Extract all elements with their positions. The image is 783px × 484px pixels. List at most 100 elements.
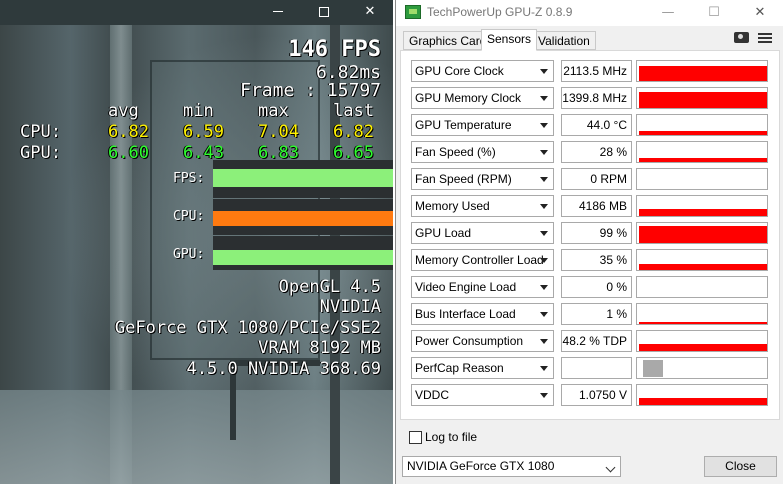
close-icon: ✕ — [754, 5, 766, 20]
sensor-name-select[interactable]: Power Consumption — [411, 330, 554, 352]
chevron-down-icon — [540, 258, 548, 263]
tab-validation[interactable]: Validation — [532, 31, 596, 50]
sensor-graph — [636, 384, 768, 406]
chevron-down-icon — [540, 177, 548, 182]
chevron-down-icon — [540, 339, 548, 344]
sensor-name-select[interactable]: GPU Memory Clock — [411, 87, 554, 109]
sensor-graph — [636, 114, 768, 136]
sensor-graph-fill — [639, 131, 767, 135]
maximize-icon — [319, 6, 329, 17]
sensor-name-select[interactable]: VDDC — [411, 384, 554, 406]
chevron-down-icon — [540, 312, 548, 317]
maximize-icon: ☐ — [708, 5, 720, 20]
gpuz-minimize-button[interactable]: — — [645, 0, 691, 26]
sensor-name-select[interactable]: Bus Interface Load — [411, 303, 554, 325]
chevron-down-icon — [540, 366, 548, 371]
fps-readout: 146 FPS — [288, 37, 381, 62]
header-min: min — [183, 101, 214, 121]
cpu-min: 6.59 — [183, 122, 224, 142]
close-dialog-button[interactable]: Close — [704, 456, 777, 477]
sensor-name: GPU Memory Clock — [415, 91, 522, 105]
gpu-avg: 6.60 — [108, 143, 149, 163]
sensor-name-select[interactable]: Fan Speed (%) — [411, 141, 554, 163]
sensor-graph-fill — [639, 344, 767, 351]
fps-graph-label: FPS: — [173, 171, 205, 186]
sensor-name: Video Engine Load — [415, 280, 517, 294]
camera-icon[interactable] — [734, 32, 749, 43]
sensor-value: 0 RPM — [561, 168, 632, 190]
chevron-down-icon — [540, 150, 548, 155]
gpuz-titlebar: TechPowerUp GPU-Z 0.8.9 — ☐ ✕ — [396, 0, 783, 26]
sensor-name-select[interactable]: Video Engine Load — [411, 276, 554, 298]
sensor-graph-fill — [639, 92, 767, 108]
cpu-graph-label: CPU: — [173, 209, 205, 224]
cpu-max: 7.04 — [258, 122, 299, 142]
log-to-file-checkbox[interactable] — [409, 431, 422, 444]
sensor-name: PerfCap Reason — [415, 361, 504, 375]
sensor-value: 1 % — [561, 303, 632, 325]
sensor-graph — [636, 195, 768, 217]
sensor-name-select[interactable]: PerfCap Reason — [411, 357, 554, 379]
sensor-graph-fill — [639, 226, 767, 243]
chevron-down-icon — [540, 285, 548, 290]
gpuz-title: TechPowerUp GPU-Z 0.8.9 — [427, 5, 573, 19]
gpu-label: GPU: — [20, 143, 61, 163]
tab-graphics-card[interactable]: Graphics Card — [403, 31, 493, 50]
sensor-name: Fan Speed (%) — [415, 145, 496, 159]
sensor-name: GPU Load — [415, 226, 472, 240]
chevron-down-icon — [540, 96, 548, 101]
info-vram: VRAM 8192 MB — [258, 338, 381, 358]
chevron-down-icon — [540, 393, 548, 398]
benchmark-window: ✕ 146 FPS 6.82ms Frame : 15797 avg min m… — [0, 0, 393, 484]
sensor-name: Bus Interface Load — [415, 307, 516, 321]
tab-sensors[interactable]: Sensors — [481, 29, 538, 51]
sensor-graph-fill — [639, 398, 767, 405]
chevron-down-icon — [540, 123, 548, 128]
sensor-value: 4186 MB — [561, 195, 632, 217]
maximize-button[interactable] — [301, 0, 347, 25]
gpuz-close-button[interactable]: ✕ — [737, 0, 783, 26]
cpu-last: 6.82 — [333, 122, 374, 142]
chevron-down-icon — [540, 204, 548, 209]
sensor-value: 1.0750 V — [561, 384, 632, 406]
sensor-value — [561, 357, 632, 379]
sensor-graph-fill — [639, 209, 767, 216]
close-icon: ✕ — [364, 4, 376, 19]
sensor-graph — [636, 357, 768, 379]
menu-icon[interactable] — [758, 33, 772, 43]
sensor-value: 48.2 % TDP — [561, 330, 632, 352]
sensor-graph-fill — [639, 322, 767, 324]
sensor-name-select[interactable]: Memory Used — [411, 195, 554, 217]
sensor-name-select[interactable]: GPU Core Clock — [411, 60, 554, 82]
fps-graph-bar — [213, 169, 393, 187]
sensor-graph-fill — [639, 66, 767, 81]
sensor-graph — [636, 303, 768, 325]
gpuz-maximize-button[interactable]: ☐ — [691, 0, 737, 26]
sensor-value: 0 % — [561, 276, 632, 298]
sensor-graph — [636, 168, 768, 190]
header-max: max — [258, 101, 289, 121]
sensor-name-select[interactable]: Memory Controller Load — [411, 249, 554, 271]
chevron-down-icon — [540, 69, 548, 74]
sensor-name-select[interactable]: GPU Temperature — [411, 114, 554, 136]
gpu-graph-bar — [213, 250, 393, 265]
minimize-button[interactable] — [255, 0, 301, 25]
sensor-graph — [636, 87, 768, 109]
sensor-name: VDDC — [415, 388, 450, 402]
sensor-name-select[interactable]: GPU Load — [411, 222, 554, 244]
sensor-graph — [636, 249, 768, 271]
sensor-graph — [636, 330, 768, 352]
header-last: last — [333, 101, 374, 121]
info-vendor: NVIDIA — [319, 297, 381, 317]
sensor-name-select[interactable]: Fan Speed (RPM) — [411, 168, 554, 190]
sensor-graph — [636, 141, 768, 163]
sensor-graph — [636, 276, 768, 298]
close-button[interactable]: ✕ — [347, 0, 393, 25]
minimize-icon — [273, 11, 283, 12]
gpu-select[interactable]: NVIDIA GeForce GTX 1080 — [402, 456, 621, 477]
sensor-name: Power Consumption — [415, 334, 524, 348]
cpu-graph-bar — [213, 211, 393, 226]
sensor-name: Fan Speed (RPM) — [415, 172, 512, 186]
sensor-value: 99 % — [561, 222, 632, 244]
sensor-value: 2113.5 MHz — [561, 60, 632, 82]
